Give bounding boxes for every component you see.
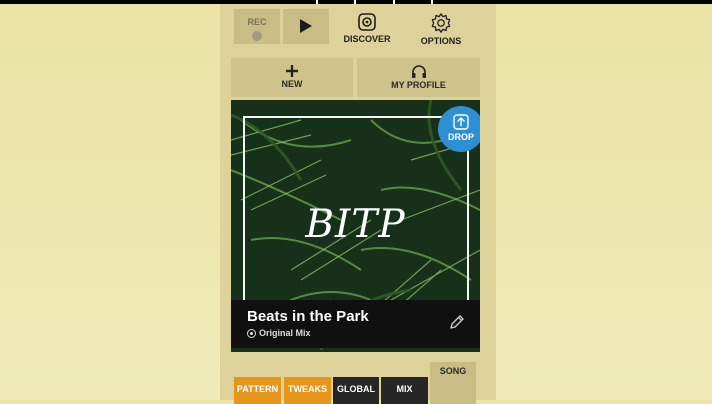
discover-label: DISCOVER — [343, 34, 391, 44]
headphones-icon — [411, 65, 426, 78]
discover-button[interactable]: DISCOVER — [334, 9, 400, 49]
mix-icon — [247, 329, 256, 339]
play-icon — [300, 19, 312, 33]
record-button[interactable]: REC — [234, 9, 280, 44]
record-label: REC — [247, 17, 267, 27]
plus-icon — [286, 65, 298, 77]
discover-icon — [358, 13, 376, 31]
song-card[interactable]: BITP DROP Beats in the Park Original Mix — [231, 100, 480, 352]
upload-icon — [453, 114, 469, 130]
mix-label: Original Mix — [259, 328, 311, 338]
options-button[interactable]: OPTIONS — [408, 9, 474, 49]
pencil-icon[interactable] — [449, 314, 465, 330]
app-panel: REC DISCOVER OPTIONS NEW MY PROFILE BITP… — [220, 4, 496, 404]
new-button[interactable]: NEW — [231, 58, 353, 97]
my-profile-label: MY PROFILE — [391, 80, 446, 90]
my-profile-button[interactable]: MY PROFILE — [357, 58, 480, 97]
drop-button[interactable]: DROP — [438, 106, 480, 152]
song-title: Beats in the Park — [247, 308, 369, 325]
record-dot-icon — [252, 31, 262, 41]
mix-info: Original Mix — [247, 328, 311, 339]
gear-icon — [431, 13, 451, 33]
artwork-title: BITP — [305, 202, 406, 247]
play-button[interactable] — [283, 9, 329, 44]
options-label: OPTIONS — [420, 36, 462, 46]
tab-song[interactable]: SONG — [430, 362, 476, 404]
new-label: NEW — [281, 79, 303, 89]
drop-label: DROP — [447, 132, 474, 142]
song-info-bar: Beats in the Park Original Mix — [231, 300, 480, 348]
